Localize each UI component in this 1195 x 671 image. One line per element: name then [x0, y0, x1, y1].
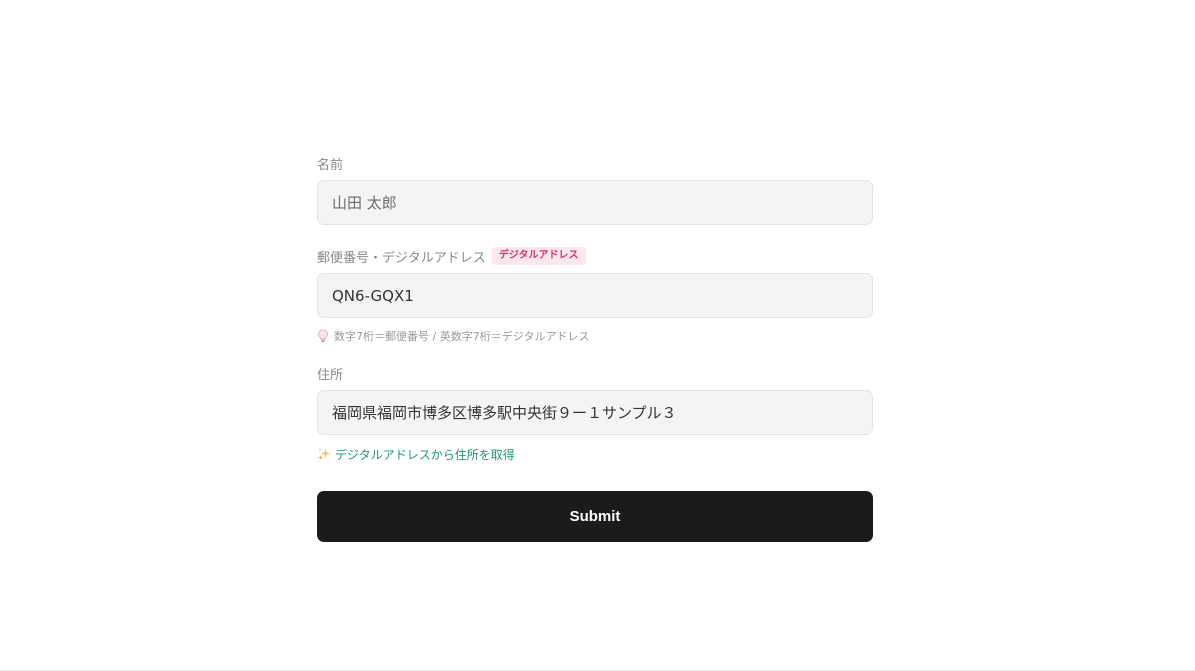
- page: 名前 郵便番号・デジタルアドレス デジタルアドレス 数字7桁＝郵便番号 / 英: [0, 0, 1195, 671]
- name-field-group: 名前: [317, 154, 873, 225]
- address-form: 名前 郵便番号・デジタルアドレス デジタルアドレス 数字7桁＝郵便番号 / 英: [317, 154, 873, 542]
- postal-label: 郵便番号・デジタルアドレス デジタルアドレス: [317, 247, 873, 266]
- digital-address-badge: デジタルアドレス: [491, 247, 586, 265]
- name-label: 名前: [317, 154, 873, 173]
- address-label: 住所: [317, 364, 873, 383]
- fetch-address-link[interactable]: デジタルアドレスから住所を取得: [317, 445, 873, 463]
- address-field-group: 住所 デジタルアドレスから住所を取得: [317, 364, 873, 463]
- lightbulb-icon: [317, 329, 329, 343]
- postal-hint: 数字7桁＝郵便番号 / 英数字7桁＝デジタルアドレス: [317, 328, 873, 344]
- name-input[interactable]: [317, 180, 873, 225]
- address-input[interactable]: [317, 390, 873, 435]
- address-label-text: 住所: [317, 367, 344, 383]
- postal-hint-text: 数字7桁＝郵便番号 / 英数字7桁＝デジタルアドレス: [334, 330, 590, 343]
- sparkles-icon: [317, 447, 331, 461]
- name-label-text: 名前: [317, 157, 344, 173]
- postal-input[interactable]: [317, 273, 873, 318]
- submit-button[interactable]: Submit: [317, 491, 873, 542]
- postal-label-text: 郵便番号・デジタルアドレス: [317, 250, 486, 266]
- postal-field-group: 郵便番号・デジタルアドレス デジタルアドレス 数字7桁＝郵便番号 / 英数字7桁…: [317, 247, 873, 344]
- fetch-address-link-text: デジタルアドレスから住所を取得: [335, 447, 515, 462]
